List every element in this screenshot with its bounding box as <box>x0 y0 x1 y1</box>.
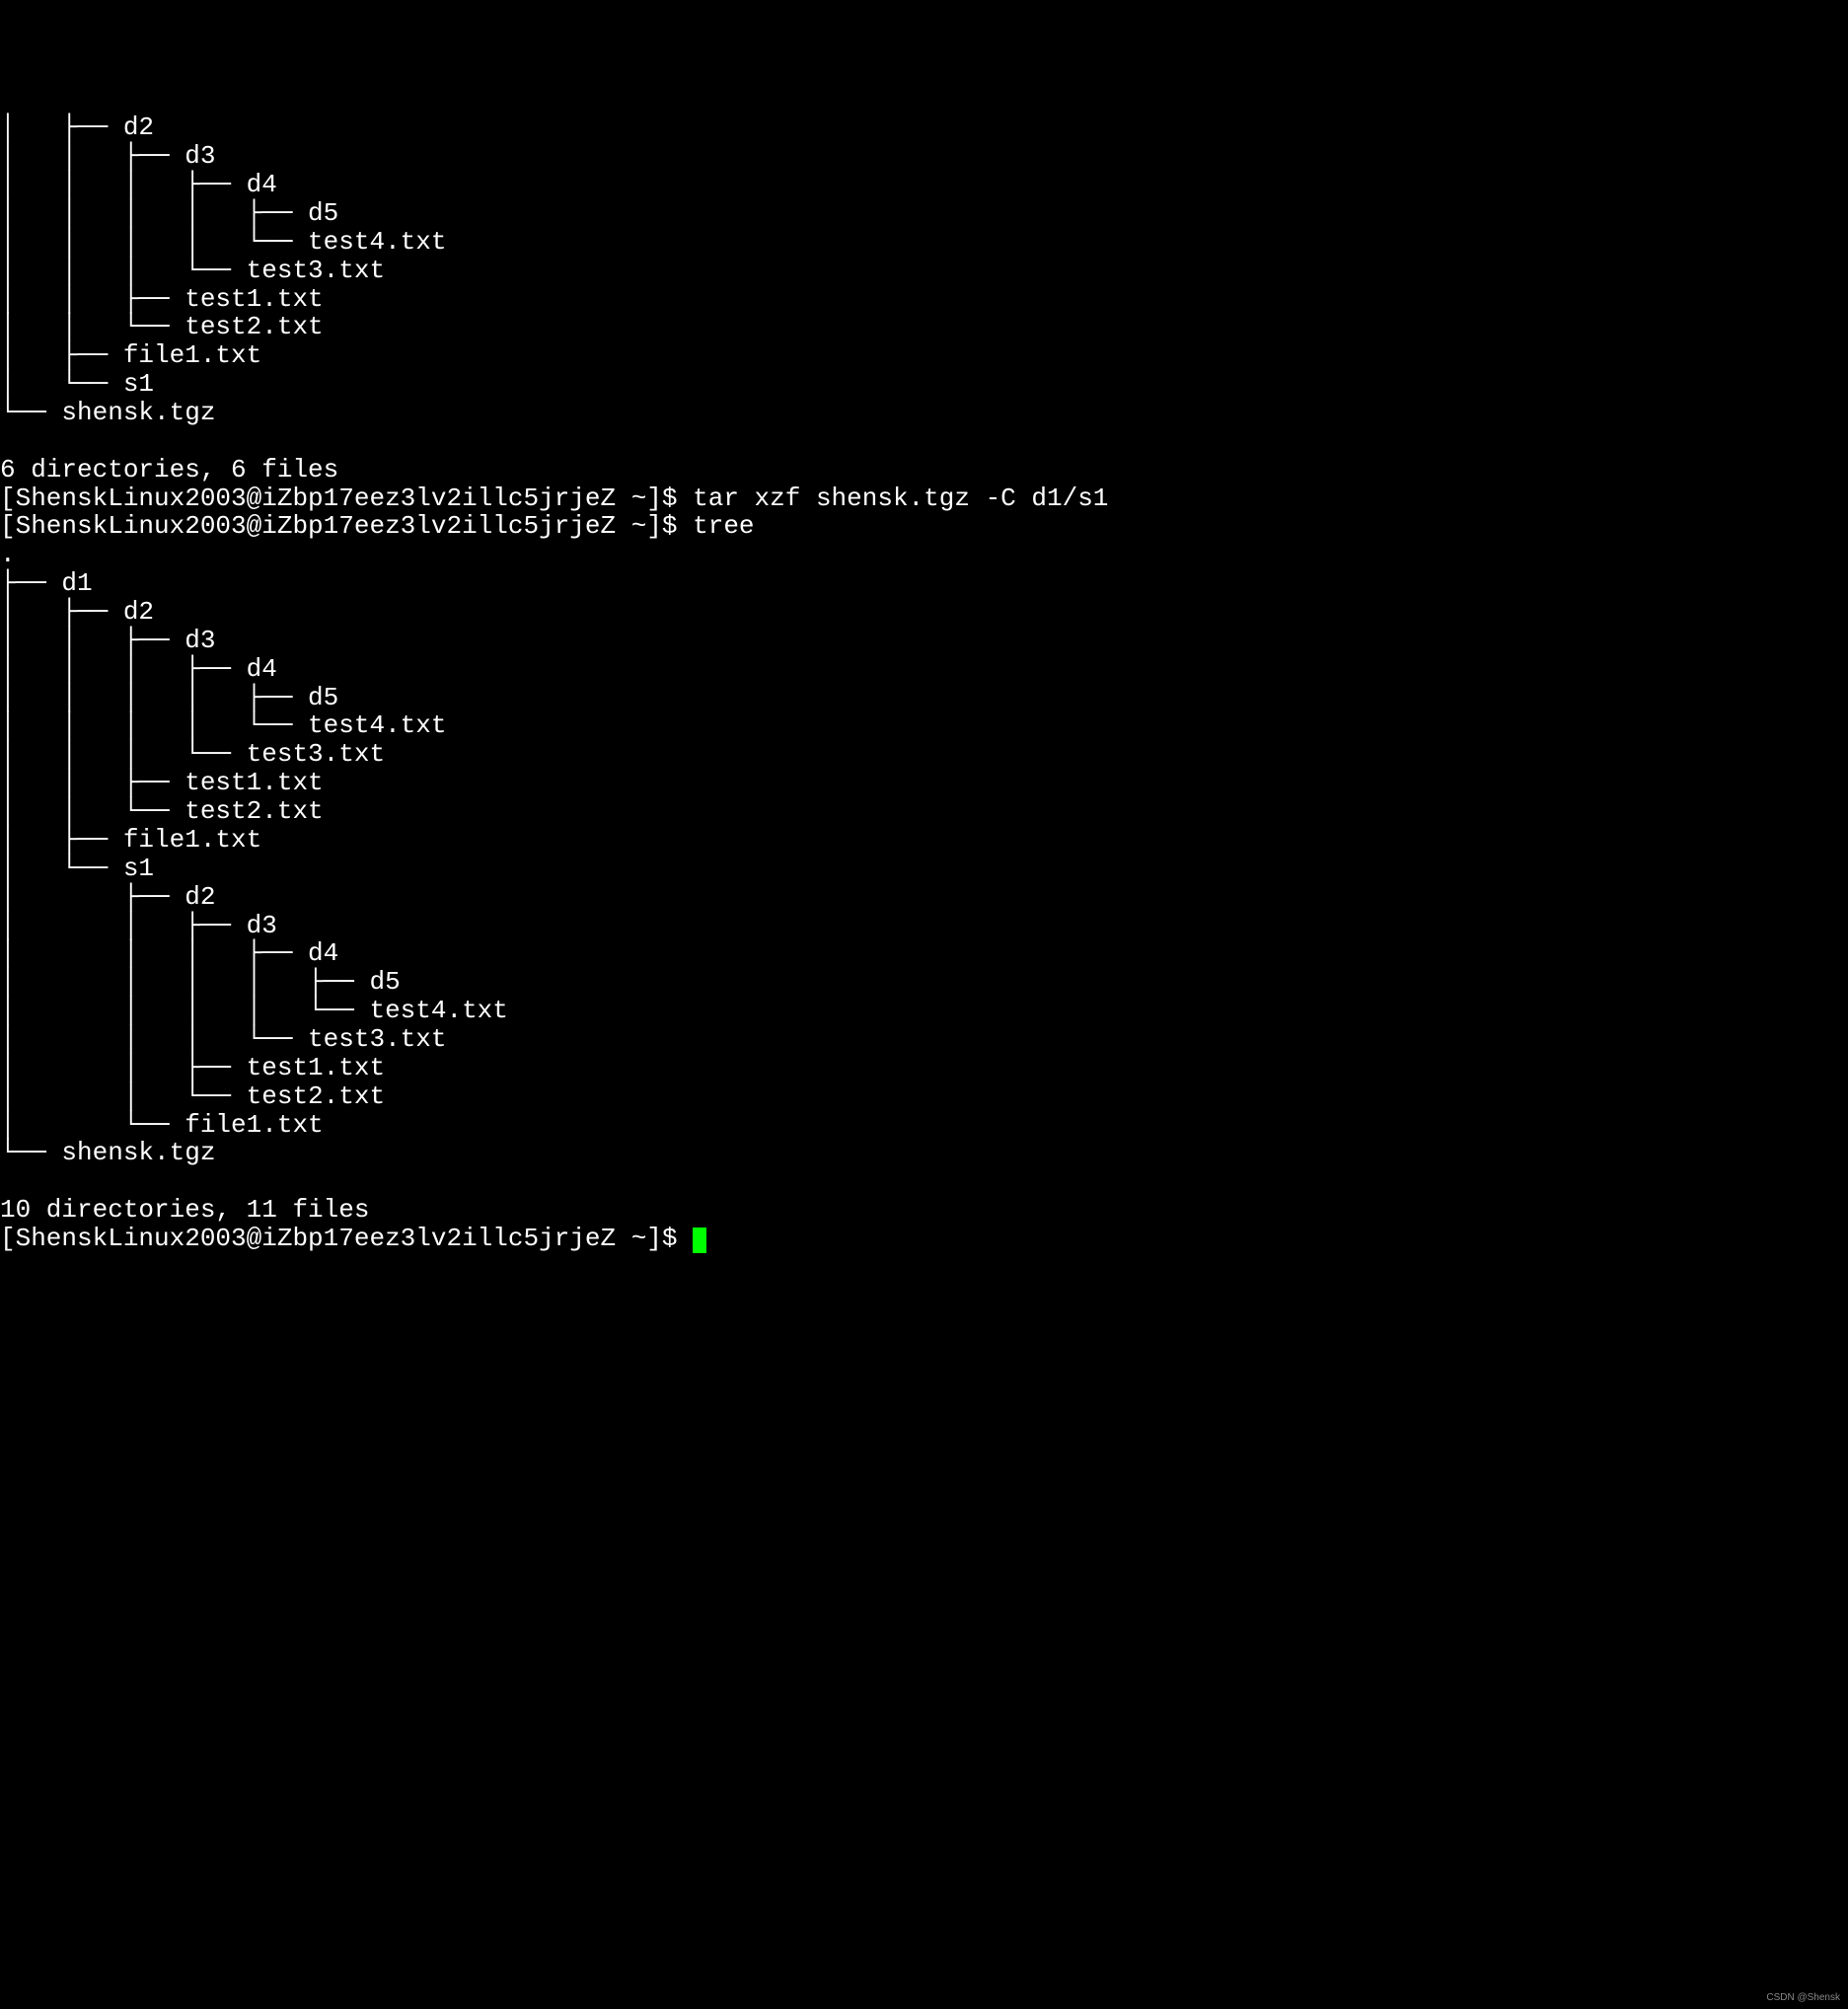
tree-output-1: │ ├── d2 │ │ ├── d3 │ │ │ ├── d4 │ │ │ │… <box>0 112 446 484</box>
prompt-line-2: [ShenskLinux2003@iZbp17eez3lv2illc5jrjeZ… <box>0 511 755 541</box>
cursor-icon <box>693 1228 706 1253</box>
shell-prompt: [ShenskLinux2003@iZbp17eez3lv2illc5jrjeZ… <box>0 484 693 513</box>
shell-prompt: [ShenskLinux2003@iZbp17eez3lv2illc5jrjeZ… <box>0 511 693 541</box>
shell-prompt: [ShenskLinux2003@iZbp17eez3lv2illc5jrjeZ… <box>0 1224 693 1253</box>
terminal-output: │ ├── d2 │ │ ├── d3 │ │ │ ├── d4 │ │ │ │… <box>0 113 1848 1253</box>
command-tree[interactable]: tree <box>693 511 754 541</box>
prompt-line-1: [ShenskLinux2003@iZbp17eez3lv2illc5jrjeZ… <box>0 484 1108 513</box>
tree-output-2: . ├── d1 │ ├── d2 │ │ ├── d3 │ │ │ ├── d… <box>0 540 508 1225</box>
command-tar[interactable]: tar xzf shensk.tgz -C d1/s1 <box>693 484 1108 513</box>
watermark-text: CSDN @Shensk <box>1766 1992 1840 2003</box>
prompt-line-3[interactable]: [ShenskLinux2003@iZbp17eez3lv2illc5jrjeZ… <box>0 1224 706 1253</box>
